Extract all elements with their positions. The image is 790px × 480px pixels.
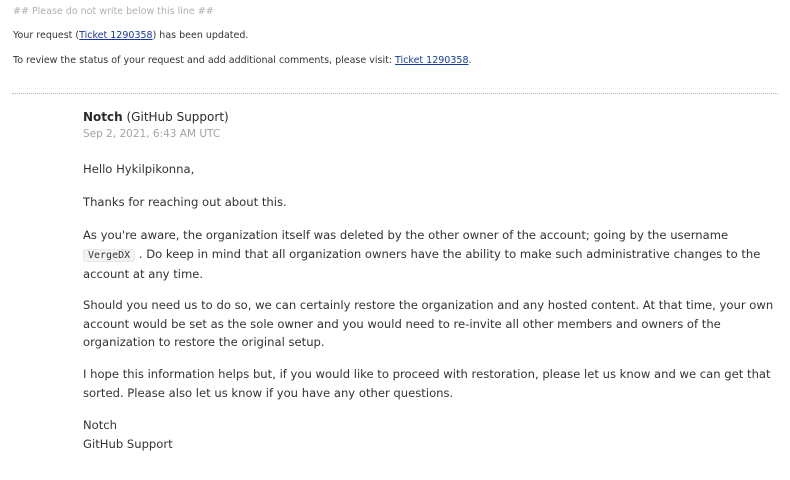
request-updated-suffix: ) has been updated. (152, 30, 249, 41)
request-updated-line: Your request (Ticket 1290358) has been u… (13, 30, 248, 41)
review-status-line: To review the status of your request and… (13, 55, 472, 66)
review-status-prefix: To review the status of your request and… (13, 55, 396, 66)
message-greeting: Hello Hykilpikonna, (83, 162, 195, 176)
paragraph-deletion-end: . Do keep in mind that all organization … (83, 246, 761, 282)
signature-name: Notch (83, 418, 118, 432)
support-message: Notch (GitHub Support) Sep 2, 2021, 6:43… (83, 110, 783, 451)
message-paragraph-restore: Should you need us to do so, we can cert… (83, 298, 774, 349)
message-signature: Notch GitHub Support (83, 416, 173, 453)
dotted-divider (12, 93, 778, 94)
message-date: Sep 2, 2021, 6:43 AM UTC (83, 128, 221, 140)
do-not-write-below-note: ## Please do not write below this line #… (13, 6, 214, 17)
review-status-suffix: . (468, 55, 472, 66)
request-updated-prefix: Your request ( (13, 30, 80, 41)
message-paragraph-deletion: As you're aware, the organization itself… (83, 226, 783, 284)
message-author: Notch (GitHub Support) (83, 110, 783, 125)
ticket-link-review[interactable]: Ticket 1290358 (395, 55, 468, 66)
ticket-link[interactable]: Ticket 1290358 (79, 30, 152, 41)
author-org: (GitHub Support) (122, 110, 229, 124)
paragraph-deletion-start: As you're aware, the organization itself… (83, 228, 729, 242)
author-name: Notch (83, 110, 123, 124)
username-code: VergeDX (83, 248, 136, 262)
message-thanks: Thanks for reaching out about this. (83, 195, 287, 209)
message-paragraph-closing: I hope this information helps but, if yo… (83, 367, 771, 400)
signature-org: GitHub Support (83, 436, 173, 451)
